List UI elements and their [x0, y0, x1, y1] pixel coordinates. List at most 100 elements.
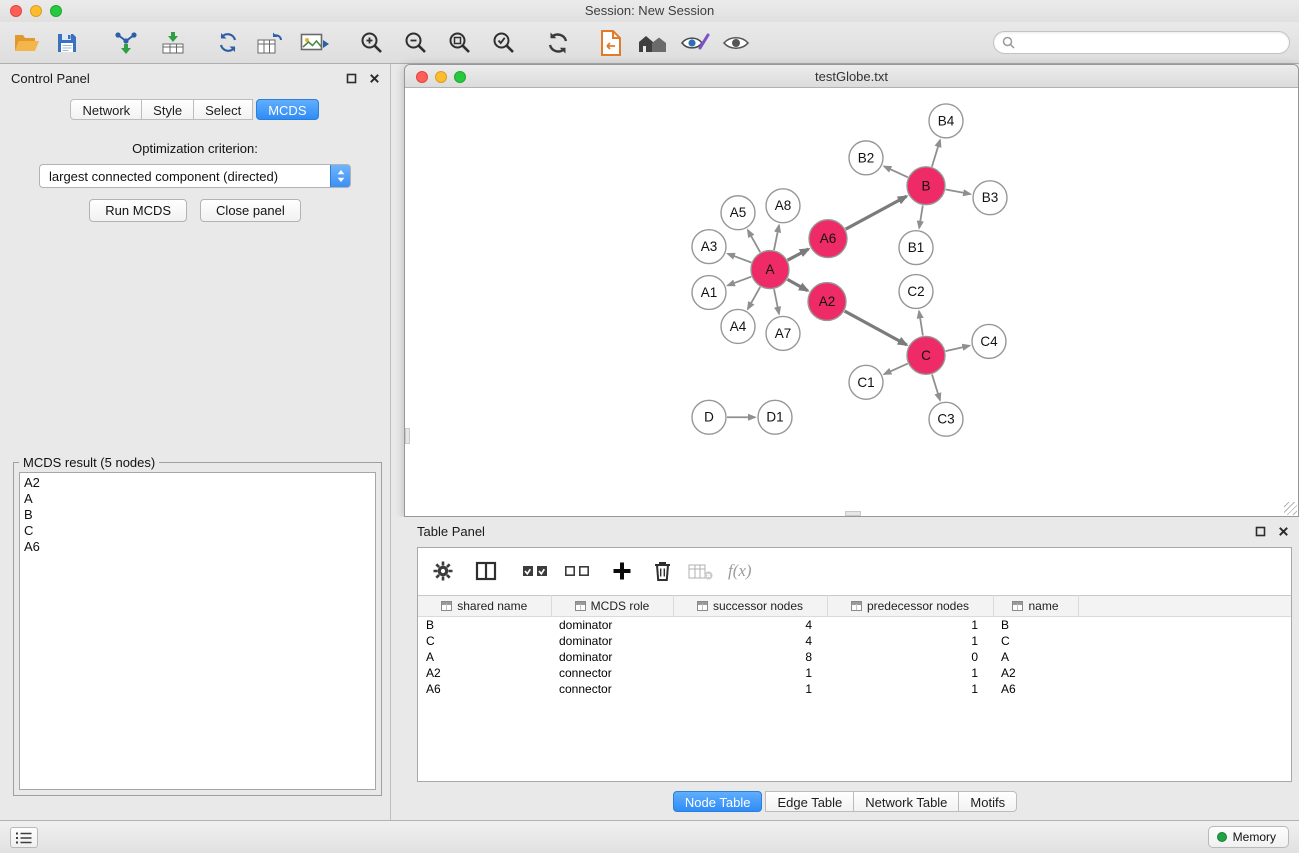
node-C[interactable]: C [907, 336, 945, 374]
table-row[interactable]: Bdominator41B [418, 617, 1291, 633]
show-style-icon[interactable] [680, 32, 710, 54]
table-row[interactable]: Adominator80A [418, 649, 1291, 665]
tab-mcds[interactable]: MCDS [256, 99, 318, 120]
edge-A-A3[interactable] [728, 254, 752, 263]
node-C3[interactable]: C3 [929, 402, 963, 436]
horizontal-splitter-handle[interactable] [845, 511, 861, 516]
edge-A-A2[interactable] [787, 279, 807, 290]
node-A7[interactable]: A7 [766, 316, 800, 350]
delete-table-icon[interactable] [688, 562, 713, 581]
network-view[interactable]: A A1 A2 A3 A4 A5 A6 A7 A8 B B1 B2 B3 B4 C C1 C2 C3 C4 D D1 [405, 88, 1298, 516]
criterion-dropdown[interactable]: largest connected component (directed) [39, 164, 351, 188]
edge-A-A8[interactable] [774, 225, 779, 250]
column-header-shared-name[interactable]: shared name [418, 596, 551, 617]
zoom-out-icon[interactable] [404, 31, 428, 55]
memory-button[interactable]: Memory [1208, 826, 1289, 848]
edge-C-C2[interactable] [919, 311, 923, 335]
export-network-icon[interactable] [600, 30, 622, 56]
edge-B-B1[interactable] [919, 205, 923, 228]
close-control-panel-icon[interactable] [369, 73, 380, 84]
node-A8[interactable]: A8 [766, 189, 800, 223]
result-item[interactable]: B [24, 507, 371, 523]
minimize-window-button[interactable] [30, 5, 42, 17]
select-all-icon[interactable] [522, 563, 549, 579]
node-D1[interactable]: D1 [758, 400, 792, 434]
run-mcds-button[interactable]: Run MCDS [89, 199, 187, 222]
node-B1[interactable]: B1 [899, 231, 933, 265]
result-item[interactable]: A [24, 491, 371, 507]
edge-A-A1[interactable] [728, 277, 752, 286]
tab-network-table[interactable]: Network Table [854, 791, 959, 812]
node-A4[interactable]: A4 [721, 309, 755, 343]
column-header-predecessor-nodes[interactable]: predecessor nodes [827, 596, 993, 617]
vertical-splitter-handle[interactable] [405, 428, 410, 444]
float-panel-icon[interactable] [346, 73, 357, 84]
edge-A-A6[interactable] [788, 249, 809, 260]
node-B4[interactable]: B4 [929, 104, 963, 138]
table-row[interactable]: A6connector11A6 [418, 681, 1291, 697]
close-table-panel-icon[interactable] [1278, 526, 1289, 537]
sync-arrows-icon[interactable] [216, 32, 240, 54]
deselect-all-icon[interactable] [564, 563, 591, 579]
node-C2[interactable]: C2 [899, 275, 933, 309]
node-D[interactable]: D [692, 400, 726, 434]
result-item[interactable]: C [24, 523, 371, 539]
edge-A6-B[interactable] [846, 196, 907, 229]
column-icon[interactable] [475, 561, 497, 581]
task-history-button[interactable] [10, 827, 38, 848]
column-header-name[interactable]: name [993, 596, 1078, 617]
save-session-icon[interactable] [56, 32, 78, 54]
edge-C-C1[interactable] [884, 364, 908, 375]
zoom-fit-icon[interactable] [448, 31, 472, 55]
node-A1[interactable]: A1 [692, 276, 726, 310]
edge-A-A4[interactable] [748, 287, 760, 309]
eye-icon[interactable] [722, 33, 750, 53]
node-A3[interactable]: A3 [692, 230, 726, 264]
edge-B-B4[interactable] [932, 140, 940, 167]
minimize-network-button[interactable] [435, 71, 447, 83]
edge-A-A7[interactable] [774, 289, 779, 314]
zoom-selected-icon[interactable] [492, 31, 516, 55]
network-canvas[interactable]: A A1 A2 A3 A4 A5 A6 A7 A8 B B1 B2 B3 B4 C C1 C2 C3 C4 D D1 [405, 88, 1298, 516]
edge-A-A5[interactable] [748, 230, 760, 252]
home-icon[interactable] [638, 32, 668, 54]
node-B[interactable]: B [907, 167, 945, 205]
node-A2[interactable]: A2 [808, 283, 846, 321]
gear-icon[interactable] [432, 560, 454, 582]
node-A5[interactable]: A5 [721, 196, 755, 230]
table-row[interactable]: Cdominator41C [418, 633, 1291, 649]
refresh-icon[interactable] [546, 31, 570, 55]
zoom-window-button[interactable] [50, 5, 62, 17]
tab-motifs[interactable]: Motifs [959, 791, 1017, 812]
fx-button[interactable]: f(x) [728, 561, 752, 581]
edge-C-C4[interactable] [946, 346, 970, 351]
column-header-successor-nodes[interactable]: successor nodes [673, 596, 827, 617]
edge-B-B2[interactable] [884, 166, 908, 177]
add-row-icon[interactable] [612, 561, 632, 581]
tab-network[interactable]: Network [70, 99, 142, 120]
tab-select[interactable]: Select [194, 99, 253, 120]
column-header-mcds-role[interactable]: MCDS role [551, 596, 673, 617]
search-input[interactable] [1020, 35, 1281, 50]
node-A[interactable]: A [751, 251, 789, 289]
close-window-button[interactable] [10, 5, 22, 17]
node-B3[interactable]: B3 [973, 181, 1007, 215]
node-A6[interactable]: A6 [809, 220, 847, 258]
export-image-icon[interactable] [300, 31, 330, 55]
result-item[interactable]: A6 [24, 539, 371, 555]
table-sync-icon[interactable] [256, 31, 284, 55]
node-C1[interactable]: C1 [849, 365, 883, 399]
table-row[interactable]: A2connector11A2 [418, 665, 1291, 681]
zoom-network-button[interactable] [454, 71, 466, 83]
node-C4[interactable]: C4 [972, 324, 1006, 358]
node-B2[interactable]: B2 [849, 141, 883, 175]
import-table-icon[interactable] [160, 31, 186, 55]
close-network-button[interactable] [416, 71, 428, 83]
edge-C-C3[interactable] [932, 374, 940, 400]
open-session-icon[interactable] [14, 32, 40, 54]
tab-edge-table[interactable]: Edge Table [765, 791, 854, 812]
import-network-icon[interactable] [114, 31, 140, 55]
zoom-in-icon[interactable] [360, 31, 384, 55]
result-item[interactable]: A2 [24, 475, 371, 491]
float-table-panel-icon[interactable] [1255, 526, 1266, 537]
